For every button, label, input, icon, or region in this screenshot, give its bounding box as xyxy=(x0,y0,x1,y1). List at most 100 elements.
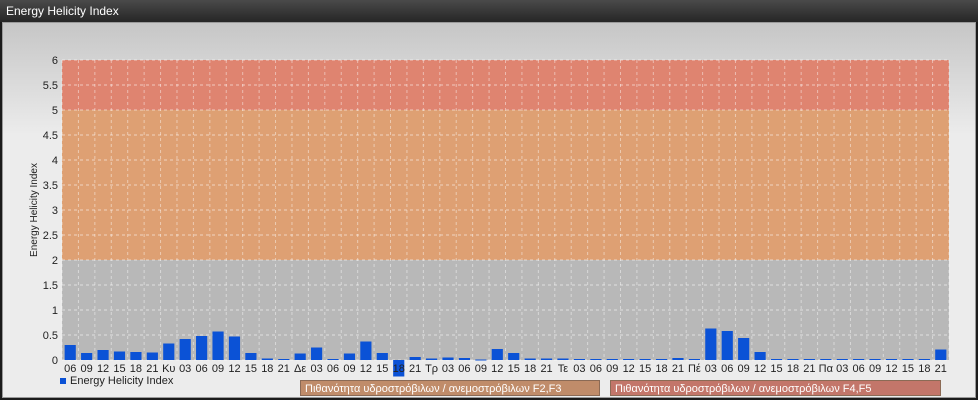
helicity-chart: 0 0.5 1 1.5 2 2.5 3 3.5 4 4.5 5 5.5 6 06 09 12 15 18 21 Κυ… xyxy=(29,55,950,377)
bar-03 xyxy=(311,347,323,360)
x-tick-label: 09 xyxy=(606,363,618,375)
bar-15 xyxy=(245,353,257,360)
x-tick-label: 06 xyxy=(590,363,602,375)
bar-Πα xyxy=(820,359,832,360)
x-tick-label: 06 xyxy=(853,363,865,375)
band-legend-f2-f3[interactable]: Πιθανότητα υδροστρόβιλων / ανεμοστρόβιλω… xyxy=(300,380,600,396)
x-tick-label: 06 xyxy=(721,363,733,375)
y-tick-label: 5 xyxy=(52,105,58,117)
bar-18 xyxy=(918,359,930,360)
bar-Πέ xyxy=(688,359,700,360)
bar-12 xyxy=(885,359,898,360)
x-tick-label: 06 xyxy=(458,363,470,375)
bar-21 xyxy=(278,359,290,360)
y-tick-label: 5.5 xyxy=(43,80,58,92)
bar-18 xyxy=(524,358,536,360)
x-tick-label: 15 xyxy=(245,363,257,375)
y-tick-label: 3 xyxy=(52,205,58,217)
bar-06 xyxy=(327,359,339,360)
x-tick-label: 18 xyxy=(655,363,667,375)
x-tick-label: 18 xyxy=(261,363,273,375)
bar-15 xyxy=(508,353,520,360)
bar-12 xyxy=(97,350,109,360)
x-tick-label: 03 xyxy=(573,363,585,375)
x-tick-label: 12 xyxy=(885,363,897,375)
x-tick-label: 09 xyxy=(343,363,355,375)
x-tick-label: 03 xyxy=(836,363,848,375)
x-tick-label: 03 xyxy=(705,363,717,375)
band-legend-f4-f5[interactable]: Πιθανότητα υδροστρόβιλων / ανεμοστρόβιλω… xyxy=(610,380,941,396)
bar-Τε xyxy=(557,358,569,360)
bar-15 xyxy=(770,359,783,360)
bar-06 xyxy=(853,359,865,360)
y-tick-label: 0 xyxy=(52,355,58,367)
x-tick-label: Κυ xyxy=(162,363,175,375)
bar-21 xyxy=(146,352,158,360)
bar-03 xyxy=(705,328,717,360)
bar-03 xyxy=(179,339,191,360)
y-tick-label: 1.5 xyxy=(43,280,58,292)
x-tick-label: 18 xyxy=(393,363,405,375)
bar-12 xyxy=(623,359,635,360)
bar-21 xyxy=(409,357,421,360)
series-legend[interactable]: Energy Helicity Index xyxy=(60,375,173,387)
bar-06 xyxy=(590,359,602,360)
x-tick-label: 21 xyxy=(278,363,290,375)
x-tick-label: 18 xyxy=(918,363,930,375)
y-tick-label: 1 xyxy=(52,305,58,317)
bar-06 xyxy=(196,336,208,360)
bar-09 xyxy=(343,353,356,360)
x-tick-label: 03 xyxy=(310,363,322,375)
x-tick-label: 06 xyxy=(327,363,339,375)
x-tick-label: Πα xyxy=(819,363,834,375)
series-swatch xyxy=(60,378,66,385)
y-axis-label: Energy Helicity Index xyxy=(29,163,40,257)
x-tick-label: 12 xyxy=(754,363,766,375)
x-tick-label: 12 xyxy=(360,363,372,375)
x-tick-label: 21 xyxy=(672,363,684,375)
bar-09 xyxy=(81,353,93,360)
x-tick-label: 18 xyxy=(130,363,142,375)
bar-06 xyxy=(721,331,733,360)
y-tick-label: 3.5 xyxy=(43,180,58,192)
bar-21 xyxy=(672,358,684,360)
bar-Τρ xyxy=(425,358,438,360)
x-tick-label: 06 xyxy=(64,363,76,375)
x-tick-label: 09 xyxy=(81,363,93,375)
x-tick-label: 06 xyxy=(195,363,207,375)
bar-12 xyxy=(360,341,372,360)
x-tick-label: 21 xyxy=(409,363,421,375)
bar-18 xyxy=(261,358,273,360)
bar-09 xyxy=(738,338,750,360)
bar-09 xyxy=(212,331,224,360)
x-tick-label: 21 xyxy=(146,363,158,375)
x-tick-label: 09 xyxy=(738,363,750,375)
x-tick-label: 12 xyxy=(623,363,635,375)
x-tick-label: 18 xyxy=(787,363,799,375)
bar-03 xyxy=(442,357,454,360)
x-tick-label: 21 xyxy=(935,363,947,375)
bar-18 xyxy=(130,352,142,360)
x-tick-label: 12 xyxy=(97,363,109,375)
y-tick-label: 6 xyxy=(52,55,58,67)
x-tick-label: 12 xyxy=(228,363,240,375)
bar-06 xyxy=(64,345,76,360)
y-tick-label: 0.5 xyxy=(43,330,58,342)
x-tick-label: 15 xyxy=(639,363,651,375)
y-tick-label: 4.5 xyxy=(43,130,58,142)
x-tick-label: 15 xyxy=(902,363,914,375)
x-tick-label: Τρ xyxy=(425,363,438,375)
bar-03 xyxy=(836,359,848,360)
x-tick-label: 12 xyxy=(491,363,503,375)
bar-09 xyxy=(606,359,618,360)
bar-06 xyxy=(458,358,471,360)
x-tick-label: 09 xyxy=(212,363,224,375)
x-tick-label: 09 xyxy=(869,363,881,375)
x-tick-label: 09 xyxy=(475,363,487,375)
bar-09 xyxy=(869,359,881,360)
x-tick-label: 18 xyxy=(524,363,536,375)
bar-09 xyxy=(475,359,487,361)
bar-15 xyxy=(639,359,651,360)
x-tick-label: 15 xyxy=(770,363,782,375)
bar-12 xyxy=(491,349,503,360)
